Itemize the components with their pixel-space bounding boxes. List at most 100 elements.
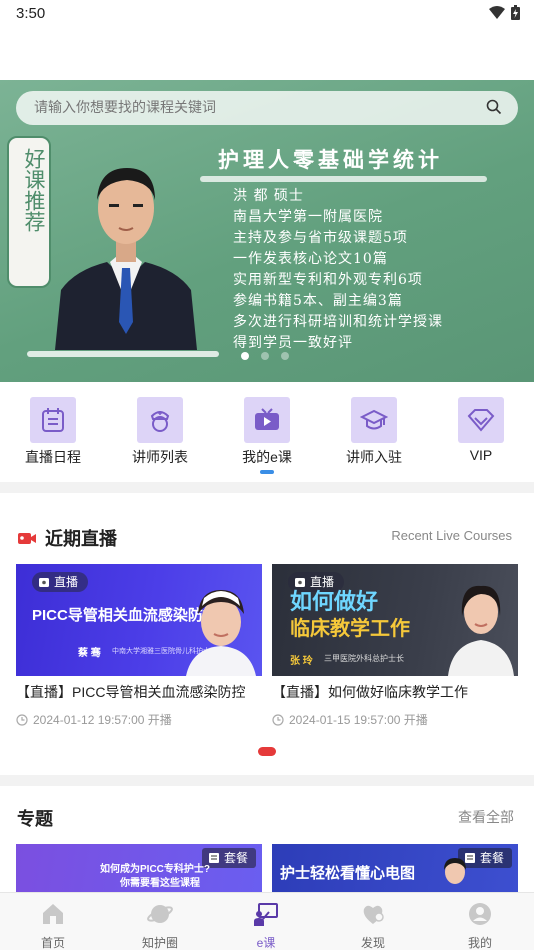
status-time: 3:50 <box>16 5 46 22</box>
nav-live-schedule[interactable]: 直播日程 <box>13 397 93 467</box>
live-badge-label: 直播 <box>54 575 79 589</box>
wifi-icon <box>489 5 505 19</box>
nav-label: 我的e课 <box>242 449 292 465</box>
recommend-tag: 好课推荐 <box>7 136 51 288</box>
course-meta: 2024-01-12 19:57:00 开播 <box>16 711 262 728</box>
topic-card[interactable]: 套餐 如何成为PICC专科护士? 你需要看这些课程 <box>16 844 262 892</box>
bottom-tab-bar: 首页 知护圈 e课 发现 我的 <box>0 892 534 950</box>
nav-lecturer-join[interactable]: 讲师入驻 <box>334 397 414 467</box>
lecturer-photo <box>444 858 466 884</box>
banner-info-line: 实用新型专利和外观专利6项 <box>233 272 423 288</box>
diamond-icon <box>467 409 495 432</box>
banner-info: 洪 都 硕士 南昌大学第一附属医院 主持及参与省市级课题5项 一作发表核心论文1… <box>233 186 443 354</box>
planet-icon <box>147 905 173 923</box>
nav-label: 讲师列表 <box>132 449 188 465</box>
tab-ecourse[interactable]: e课 <box>231 901 301 950</box>
carousel-dot[interactable] <box>281 352 289 360</box>
topic-card[interactable]: 套餐 护士轻松看懂心电图 <box>272 844 518 892</box>
calendar-icon <box>42 408 64 432</box>
package-badge-label: 套餐 <box>223 851 248 865</box>
tab-label: 知护圈 <box>141 936 178 950</box>
live-page-indicator <box>258 747 276 756</box>
topic-text-line1: 如何成为PICC专科护士? <box>100 864 210 875</box>
course-thumbnail: 直播 PICC导管相关血流感染防控 蔡 骞 中南大学湘雅三医院骨儿科护士长 <box>16 564 262 676</box>
nav-label: 直播日程 <box>25 449 81 465</box>
tab-label: 发现 <box>360 936 385 950</box>
quick-nav: 直播日程 讲师列表 我的e课 讲师入驻 VIP <box>0 382 534 482</box>
nav-label: VIP <box>469 447 493 463</box>
status-icons <box>489 5 520 20</box>
classroom-icon <box>254 903 278 926</box>
live-section-header: 近期直播 <box>17 525 117 551</box>
lecturer-photo <box>448 585 514 676</box>
status-bar: 3:50 <box>0 0 534 28</box>
tab-label: 我的 <box>467 936 492 950</box>
search-input[interactable] <box>34 99 454 115</box>
video-play-icon <box>255 408 279 430</box>
banner-info-line: 一作发表核心论文10篇 <box>233 251 388 267</box>
live-badge: 直播 <box>32 572 89 592</box>
banner-info-line: 参编书籍5本、副主编3篇 <box>233 293 403 309</box>
live-course-card[interactable]: 直播 如何做好 临床教学工作 张 玲 三甲医院外科总护士长 【直播】如何做好临床… <box>272 564 518 728</box>
topics-section: 专题 查看全部 套餐 如何成为PICC专科护士? 你需要看这些课程 套餐 护士轻… <box>0 786 534 892</box>
package-badge: 套餐 <box>201 848 256 868</box>
thumb-lecturer: 张 玲 <box>290 656 313 667</box>
package-badge-label: 套餐 <box>479 851 504 865</box>
banner-title: 护理人零基础学统计 <box>218 147 443 172</box>
search-icon[interactable] <box>486 99 502 115</box>
tab-profile[interactable]: 我的 <box>445 901 515 950</box>
topics-title: 专题 <box>17 809 53 829</box>
banner-info-line: 多次进行科研培训和统计学授课 <box>233 314 443 330</box>
course-thumbnail: 直播 如何做好 临床教学工作 张 玲 三甲医院外科总护士长 <box>272 564 518 676</box>
title-underline <box>200 176 487 182</box>
live-section-title: 近期直播 <box>45 529 117 549</box>
header-spacer <box>0 28 534 80</box>
home-icon <box>43 904 63 924</box>
nav-scroll-indicator <box>260 470 274 474</box>
nav-label: 讲师入驻 <box>346 449 402 465</box>
thumb-lecturer: 蔡 骞 <box>78 648 101 659</box>
carousel-dots <box>241 352 289 360</box>
tab-label: 首页 <box>40 936 65 950</box>
live-camera-icon <box>18 533 36 544</box>
promo-banner[interactable]: 好课推荐 护理人零基础学统计 洪 都 硕士 南昌大学第一附属医院 主持及参与省市… <box>0 80 534 382</box>
recent-live-section: 近期直播 Recent Live Courses 直播 PICC导管相关血流感染… <box>0 493 534 775</box>
tab-discover[interactable]: 发现 <box>338 901 408 950</box>
search-bar[interactable] <box>16 91 518 125</box>
nav-icon-box <box>458 397 504 443</box>
recommend-tag-text: 好课推荐 <box>22 148 46 232</box>
discover-icon <box>363 905 384 924</box>
live-course-card[interactable]: 直播 PICC导管相关血流感染防控 蔡 骞 中南大学湘雅三医院骨儿科护士长 【直… <box>16 564 262 728</box>
carousel-dot[interactable] <box>261 352 269 360</box>
banner-info-line: 洪 都 硕士 <box>233 188 304 204</box>
course-time: 2024-01-15 19:57:00 开播 <box>289 713 428 727</box>
tab-label: e课 <box>256 936 276 950</box>
clock-icon <box>272 713 284 726</box>
nurse-icon <box>150 411 170 432</box>
nav-icon-box <box>351 397 397 443</box>
portrait-underline <box>27 351 219 357</box>
course-time: 2024-01-12 19:57:00 开播 <box>33 713 172 727</box>
tab-community[interactable]: 知护圈 <box>125 901 195 950</box>
tab-home[interactable]: 首页 <box>18 901 88 950</box>
nav-icon-box <box>244 397 290 443</box>
course-meta: 2024-01-15 19:57:00 开播 <box>272 711 518 728</box>
nav-lecturers[interactable]: 讲师列表 <box>120 397 200 467</box>
thumb-lecturer-role: 三甲医院外科总护士长 <box>324 654 404 663</box>
live-section-subtitle: Recent Live Courses <box>391 528 512 543</box>
clock-icon <box>16 713 28 726</box>
nav-icon-box <box>30 397 76 443</box>
battery-icon <box>511 5 520 20</box>
view-all-link[interactable]: 查看全部 <box>458 807 514 827</box>
lecturer-portrait <box>55 168 197 350</box>
tv-icon <box>39 578 49 587</box>
banner-info-line: 主持及参与省市级课题5项 <box>233 230 408 246</box>
nav-my-ecourse[interactable]: 我的e课 <box>227 397 307 467</box>
topic-text-line1: 护士轻松看懂心电图 <box>280 865 416 882</box>
carousel-dot-active[interactable] <box>241 352 249 360</box>
profile-icon <box>469 903 491 925</box>
nav-vip[interactable]: VIP <box>441 397 521 463</box>
banner-info-line: 南昌大学第一附属医院 <box>233 209 383 225</box>
course-title: 【直播】如何做好临床教学工作 <box>272 684 468 700</box>
topic-text-line2: 你需要看这些课程 <box>120 878 200 889</box>
